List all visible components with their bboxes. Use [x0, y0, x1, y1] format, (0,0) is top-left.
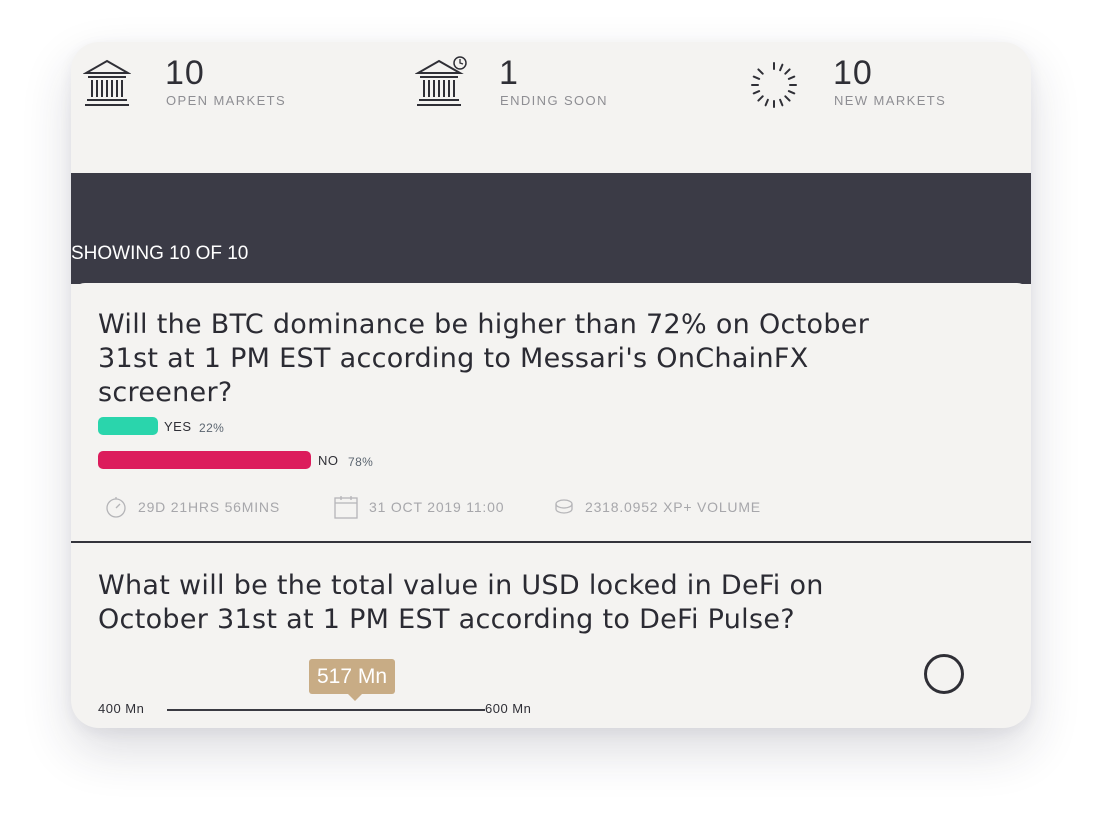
ending-soon-label: ENDING SOON	[500, 93, 608, 108]
market-title-line: October 31st at 1 PM EST according to De…	[98, 604, 795, 635]
market-title-line: 31st at 1 PM EST according to Messari's …	[98, 343, 809, 374]
bank-icon	[82, 58, 132, 112]
market-title-line: screener?	[98, 377, 233, 408]
tooltip-pointer	[348, 694, 362, 701]
bank-clock-icon	[414, 54, 471, 112]
no-bar[interactable]	[98, 451, 311, 469]
market-title[interactable]: What will be the total value in USD lock…	[98, 569, 1008, 637]
yes-percent: 22%	[199, 421, 225, 435]
slider-value-tooltip: 517 Mn	[309, 659, 395, 694]
yes-label: YES	[164, 419, 192, 434]
open-markets-count: 10	[165, 54, 205, 92]
open-markets-label: OPEN MARKETS	[166, 93, 287, 108]
filter-band	[71, 173, 1031, 284]
market-stats: 10 OPEN MARKETS 1 ENDING SOON 10 NEW MAR…	[71, 42, 1031, 173]
results-count: SHOWING 10 OF 10	[71, 243, 249, 264]
spinner-icon	[749, 60, 799, 114]
volume: 2318.0952 XP+ VOLUME	[585, 499, 761, 515]
time-left: 29D 21HRS 56MINS	[138, 499, 280, 515]
slider-max-label: 600 Mn	[485, 701, 532, 716]
market-title-line: Will the BTC dominance be higher than 72…	[98, 309, 870, 340]
no-percent: 78%	[348, 455, 374, 469]
coins-icon	[553, 497, 575, 521]
app-screen: 10 OPEN MARKETS 1 ENDING SOON 10 NEW MAR…	[71, 42, 1031, 728]
ending-soon-count: 1	[499, 54, 519, 92]
end-date: 31 OCT 2019 11:00	[369, 499, 505, 515]
calendar-icon	[333, 494, 359, 524]
no-label: NO	[318, 453, 339, 468]
timer-icon	[104, 495, 128, 523]
range-slider[interactable]	[167, 709, 485, 711]
floating-action-button[interactable]	[924, 654, 964, 694]
market-title[interactable]: Will the BTC dominance be higher than 72…	[98, 308, 1008, 410]
market-title-line: What will be the total value in USD lock…	[98, 570, 824, 601]
new-markets-count: 10	[833, 54, 873, 92]
new-markets-label: NEW MARKETS	[834, 93, 947, 108]
yes-bar[interactable]	[98, 417, 158, 435]
market-card[interactable]: Will the BTC dominance be higher than 72…	[71, 283, 1031, 541]
slider-min-label: 400 Mn	[98, 701, 145, 716]
